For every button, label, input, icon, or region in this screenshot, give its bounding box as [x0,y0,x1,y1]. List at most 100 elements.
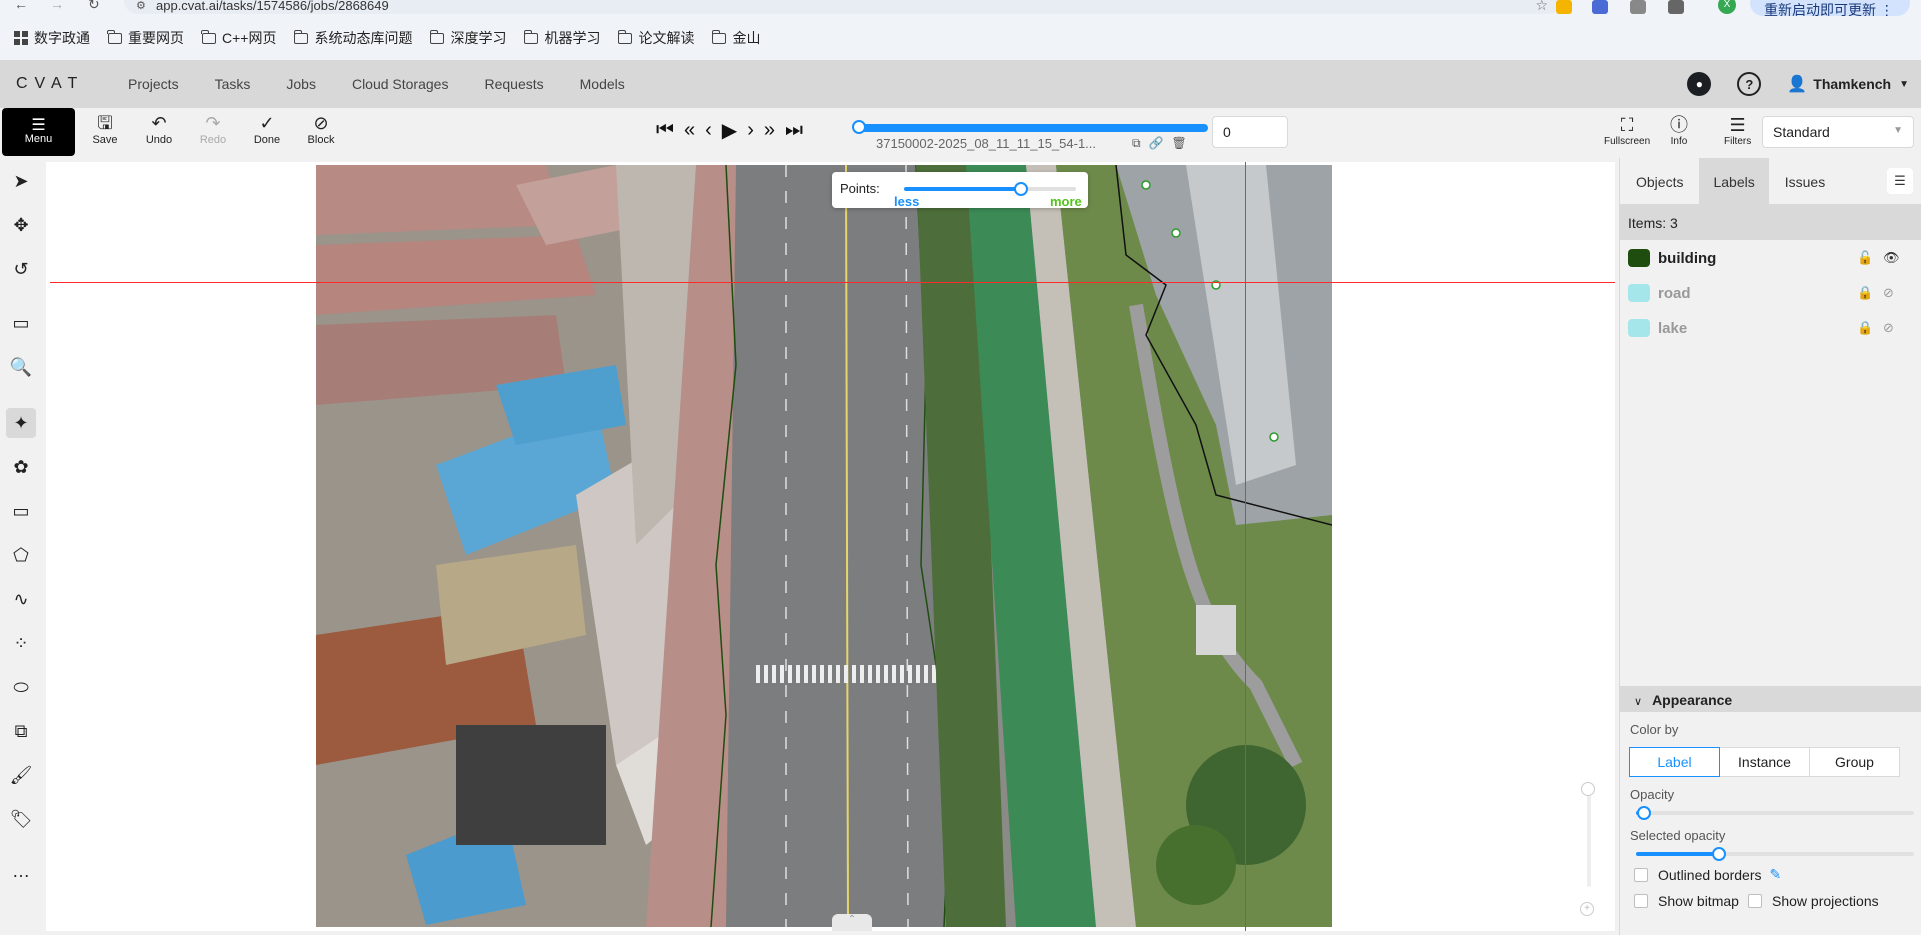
more-icon[interactable]: … [6,856,36,886]
last-frame-icon[interactable]: ⏭ [785,119,803,142]
done-button[interactable]: ✓ Done [240,112,294,146]
nav-requests[interactable]: Requests [484,76,543,92]
color-by-instance-option[interactable]: Instance [1719,747,1810,777]
bookmark-folder[interactable]: 论文解读 [617,28,694,48]
user-icon[interactable]: 👤 [1787,74,1807,94]
next-frame-icon[interactable]: › [747,119,754,142]
frame-slider[interactable] [858,124,1208,132]
bookmark-item[interactable]: 数字政通 [14,28,90,48]
first-frame-icon[interactable]: ⏮ [656,119,674,142]
label-color-swatch[interactable] [1628,284,1650,302]
brush-icon[interactable]: 🖌 [6,760,36,790]
cuboid-icon[interactable]: ⧉ [6,716,36,746]
profile-avatar[interactable]: X [1718,0,1736,14]
checkbox-box[interactable] [1634,867,1648,882]
lock-icon[interactable]: 🔒 [1857,285,1873,301]
play-icon[interactable]: ▶ [722,118,737,143]
rotate-icon[interactable]: ↺ [6,254,36,284]
annotation-canvas[interactable]: Points: less more + ⌃ [46,162,1615,931]
forward-step-icon[interactable]: » [764,119,775,142]
bookmark-star-icon[interactable]: ☆ [1535,0,1548,14]
eye-invisible-icon[interactable]: ⊘ [1883,285,1894,301]
label-color-swatch[interactable] [1628,249,1650,267]
color-by-group-option[interactable]: Group [1809,747,1900,777]
backward-step-icon[interactable]: « [684,119,695,142]
extension-icon[interactable] [1630,0,1646,14]
points-slider-handle[interactable] [1014,182,1028,196]
delete-icon[interactable]: 🗑 [1172,136,1195,150]
back-arrow-icon[interactable]: ← [14,0,28,12]
outlined-borders-checkbox[interactable]: Outlined borders ✎ [1634,866,1781,883]
label-item-lake[interactable]: lake 🔒 ⊘ [1620,311,1921,345]
tab-labels[interactable]: Labels [1699,158,1769,204]
aerial-image[interactable] [316,165,1332,927]
nav-tasks[interactable]: Tasks [215,76,251,92]
block-button[interactable]: ⊘ Block [294,112,348,146]
fullscreen-button[interactable]: ⛶ Fullscreen [1604,114,1650,147]
frame-number-input[interactable]: 0 [1212,116,1288,148]
bookmark-folder[interactable]: C++网页 [201,28,276,48]
zoom-region-icon[interactable]: 🔍 [6,352,36,382]
workspace-select[interactable]: Standard ▼ [1762,116,1914,148]
bookmark-folder[interactable]: 机器学习 [523,28,600,48]
menu-button[interactable]: ☰ Menu [2,108,75,156]
info-button[interactable]: ⓘ Info [1670,114,1688,147]
bookmark-folder[interactable]: 重要网页 [107,28,184,48]
tab-objects[interactable]: Objects [1622,158,1697,204]
collapse-sidebar-icon[interactable]: ☰ [1887,168,1913,194]
extension-icon[interactable] [1556,0,1572,14]
nav-models[interactable]: Models [580,76,625,92]
lock-icon[interactable]: 🔒 [1857,320,1873,336]
cursor-icon[interactable]: ➤ [6,166,36,196]
save-button[interactable]: 🖫 Save [78,112,132,146]
points-slider-rail[interactable] [1020,187,1076,191]
extension-icon[interactable] [1592,0,1608,14]
chevron-down-icon[interactable]: ▼ [1899,79,1909,90]
polygon-icon[interactable]: ⬠ [6,540,36,570]
opacity-slider[interactable] [1636,806,1914,820]
rectangle-icon[interactable]: ▭ [6,496,36,526]
pencil-icon[interactable]: ✎ [1770,866,1782,883]
cvat-logo[interactable]: CVAT [16,75,112,93]
chevron-up-icon[interactable]: ⌃ [832,914,872,931]
opacity-slider-handle[interactable] [1637,806,1652,820]
bookmark-folder[interactable]: 系统动态库问题 [293,28,412,48]
magic-wand-icon[interactable]: ✦ [6,408,36,438]
site-info-icon[interactable]: ⚙ [136,0,146,12]
user-name[interactable]: Thamkench [1813,76,1891,92]
address-bar[interactable]: ⚙ app.cvat.ai/tasks/1574586/jobs/2868649… [124,0,1562,14]
ai-tools-icon[interactable]: ✿ [6,452,36,482]
eye-invisible-icon[interactable]: ⊘ [1883,320,1894,336]
github-icon[interactable]: ● [1687,72,1712,96]
frame-slider-handle[interactable] [852,120,866,134]
redo-button[interactable]: ↷ Redo [186,112,240,146]
points-icon[interactable]: ⁘ [6,628,36,658]
checkbox-box[interactable] [1748,894,1762,908]
color-by-label-option[interactable]: Label [1629,747,1720,777]
appearance-header[interactable]: ∨ Appearance [1620,686,1921,712]
extensions-puzzle-icon[interactable] [1668,0,1684,14]
undo-button[interactable]: ↶ Undo [132,112,186,146]
help-icon[interactable]: ? [1737,72,1762,96]
unlock-icon[interactable]: 🔓 [1857,250,1873,266]
zoom-slider[interactable] [1587,787,1591,887]
points-slider-track[interactable] [904,187,1020,191]
move-icon[interactable]: ✥ [6,210,36,240]
nav-cloud-storages[interactable]: Cloud Storages [352,76,449,92]
copy-icon[interactable]: ⧉ [1132,136,1149,150]
zoom-in-icon[interactable]: + [1580,902,1594,916]
label-color-swatch[interactable] [1628,319,1650,337]
show-projections-checkbox[interactable]: Show projections [1748,893,1879,909]
polyline-icon[interactable]: ∿ [6,584,36,614]
bookmark-folder[interactable]: 金山 [711,28,760,48]
checkbox-box[interactable] [1634,894,1648,908]
filters-button[interactable]: ☰ Filters [1724,114,1751,147]
bookmark-folder[interactable]: 深度学习 [429,28,506,48]
tag-icon[interactable]: 🏷 [6,804,36,834]
tab-issues[interactable]: Issues [1771,158,1839,204]
label-item-building[interactable]: building 🔓 👁 [1620,241,1921,275]
selected-opacity-slider[interactable] [1636,847,1914,861]
zoom-slider-handle[interactable] [1581,782,1595,796]
show-bitmap-checkbox[interactable]: Show bitmap [1634,893,1739,909]
fit-image-icon[interactable]: ▭ [6,308,36,338]
